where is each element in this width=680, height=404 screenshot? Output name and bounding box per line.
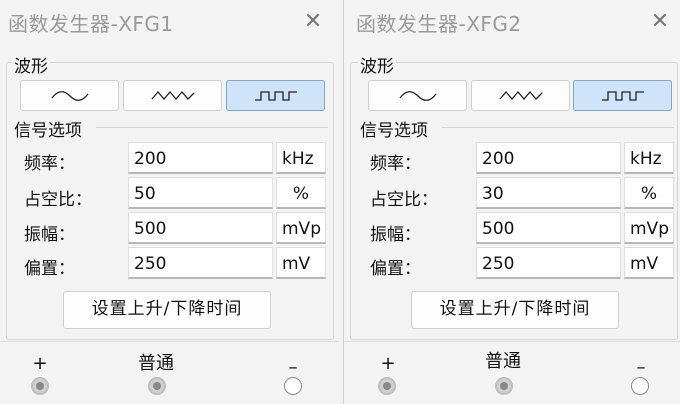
square-wave-icon bbox=[254, 90, 297, 101]
duty-cycle-input[interactable]: 50 bbox=[128, 177, 273, 209]
plus-terminal[interactable] bbox=[31, 377, 49, 395]
square-wave-icon bbox=[601, 90, 644, 101]
plus-terminal-label: + bbox=[380, 353, 396, 374]
waveform-label: 波形 bbox=[12, 52, 50, 77]
sine-wave-icon bbox=[398, 90, 437, 101]
offset-unit-select[interactable]: mV bbox=[624, 247, 674, 279]
set-rise-fall-time-button[interactable]: 设置上升/下降时间 bbox=[411, 291, 619, 329]
frequency-label: 频率： bbox=[24, 154, 75, 174]
common-terminal-label: 普通 bbox=[485, 351, 521, 372]
duty-cycle-label: 占空比： bbox=[370, 190, 438, 210]
sine-wave-button[interactable] bbox=[368, 80, 467, 111]
divider bbox=[0, 341, 339, 342]
triangle-wave-button[interactable] bbox=[471, 80, 570, 111]
common-terminal[interactable] bbox=[148, 377, 166, 395]
function-generator-xfg2: 函数发生器-XFG2 ✕ 波形 信号选项 频率： 200 kHz 占空比： 30… bbox=[343, 0, 680, 404]
duty-cycle-input[interactable]: 30 bbox=[476, 177, 621, 209]
divider bbox=[96, 127, 328, 128]
plus-terminal[interactable] bbox=[378, 377, 396, 395]
duty-cycle-unit[interactable]: % bbox=[624, 177, 674, 209]
amplitude-input[interactable]: 500 bbox=[476, 212, 621, 244]
square-wave-button[interactable] bbox=[573, 80, 672, 111]
plus-terminal-label: + bbox=[32, 353, 48, 374]
window-title: 函数发生器-XFG1 bbox=[8, 12, 174, 36]
common-terminal[interactable] bbox=[495, 377, 513, 395]
frequency-unit-select[interactable]: kHz bbox=[624, 142, 674, 174]
triangle-wave-icon bbox=[151, 90, 194, 100]
waveform-label: 波形 bbox=[358, 52, 396, 77]
signal-options-label: 信号选项 bbox=[358, 116, 430, 141]
amplitude-label: 振幅： bbox=[370, 225, 421, 245]
offset-unit-select[interactable]: mV bbox=[276, 247, 326, 279]
set-rise-fall-time-button[interactable]: 设置上升/下降时间 bbox=[63, 291, 271, 329]
duty-cycle-unit[interactable]: % bbox=[276, 177, 326, 209]
duty-cycle-label: 占空比： bbox=[24, 190, 92, 210]
minus-terminal-label: – bbox=[288, 357, 298, 378]
common-terminal-label: 普通 bbox=[138, 353, 174, 374]
frequency-input[interactable]: 200 bbox=[128, 142, 273, 174]
window-title: 函数发生器-XFG2 bbox=[356, 12, 522, 36]
square-wave-button[interactable] bbox=[226, 80, 325, 111]
offset-label: 偏置： bbox=[24, 259, 75, 279]
close-icon[interactable]: ✕ bbox=[299, 8, 327, 36]
divider bbox=[344, 341, 680, 342]
offset-input[interactable]: 250 bbox=[476, 247, 621, 279]
amplitude-input[interactable]: 500 bbox=[128, 212, 273, 244]
frequency-unit-select[interactable]: kHz bbox=[276, 142, 326, 174]
offset-label: 偏置： bbox=[370, 259, 421, 279]
amplitude-unit-select[interactable]: mVp bbox=[624, 212, 674, 244]
amplitude-unit-select[interactable]: mVp bbox=[276, 212, 326, 244]
amplitude-label: 振幅： bbox=[24, 225, 75, 245]
function-generator-xfg1: 函数发生器-XFG1 ✕ 波形 信号选项 频率： 200 kHz 占空比： 50… bbox=[0, 0, 340, 404]
sine-wave-icon bbox=[50, 90, 89, 101]
minus-terminal[interactable] bbox=[631, 377, 649, 395]
sine-wave-button[interactable] bbox=[20, 80, 119, 111]
divider bbox=[442, 127, 674, 128]
close-icon[interactable]: ✕ bbox=[646, 8, 674, 36]
minus-terminal-label: – bbox=[636, 357, 646, 378]
frequency-input[interactable]: 200 bbox=[476, 142, 621, 174]
triangle-wave-button[interactable] bbox=[123, 80, 222, 111]
signal-options-label: 信号选项 bbox=[12, 116, 84, 141]
minus-terminal[interactable] bbox=[284, 377, 302, 395]
triangle-wave-icon bbox=[499, 90, 542, 100]
offset-input[interactable]: 250 bbox=[128, 247, 273, 279]
frequency-label: 频率： bbox=[370, 154, 421, 174]
